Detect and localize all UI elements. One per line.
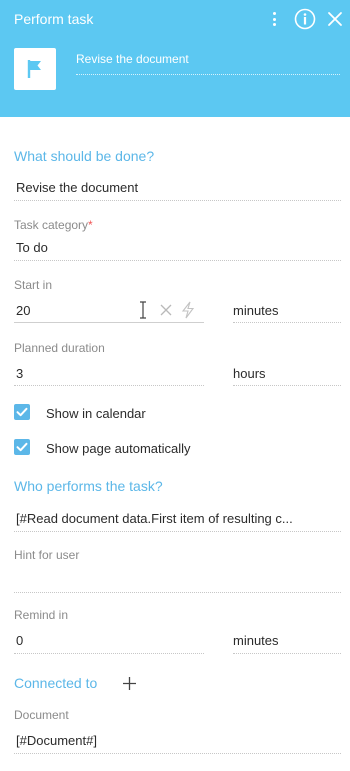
document-field[interactable]: [#Document#] — [16, 733, 336, 748]
connected-to-title: Connected to — [14, 675, 98, 691]
what-should-be-done-field[interactable]: Revise the document — [16, 180, 336, 195]
text-cursor-icon — [138, 301, 148, 319]
field-underline — [14, 385, 204, 386]
field-underline — [233, 322, 341, 323]
task-category-select[interactable]: To do — [16, 240, 336, 255]
what-should-be-done-title: What should be done? — [14, 148, 155, 164]
check-icon — [16, 407, 28, 417]
close-icon[interactable] — [325, 9, 345, 29]
field-underline — [14, 322, 204, 323]
remind-in-label: Remind in — [14, 608, 69, 622]
info-icon[interactable] — [294, 8, 316, 30]
hint-input[interactable] — [16, 570, 336, 588]
show-page-automatically-label[interactable]: Show page automatically — [46, 441, 191, 456]
show-in-calendar-label[interactable]: Show in calendar — [46, 406, 146, 421]
task-name-field[interactable]: Revise the document — [76, 52, 340, 75]
remind-in-unit-select[interactable]: minutes — [233, 633, 333, 648]
field-underline — [14, 260, 341, 261]
show-page-automatically-checkbox[interactable] — [14, 439, 30, 455]
field-underline — [233, 385, 341, 386]
field-underline — [233, 653, 341, 654]
field-underline — [14, 753, 341, 754]
field-underline — [14, 592, 341, 593]
task-category-label: Task category* — [14, 218, 93, 232]
task-type-icon-box — [14, 48, 56, 90]
planned-duration-unit-select[interactable]: hours — [233, 366, 333, 381]
planned-duration-label: Planned duration — [14, 341, 105, 355]
lightning-icon[interactable] — [180, 301, 196, 319]
check-icon — [16, 442, 28, 452]
clear-icon[interactable] — [159, 303, 173, 317]
task-header: Perform task Revise the document — [0, 0, 350, 117]
panel-title: Perform task — [14, 11, 94, 27]
flag-icon — [27, 60, 41, 78]
field-underline — [14, 653, 204, 654]
document-label: Document — [14, 708, 69, 722]
performer-title: Who performs the task? — [14, 478, 163, 494]
more-icon[interactable] — [268, 8, 282, 30]
show-in-calendar-checkbox[interactable] — [14, 404, 30, 420]
field-underline — [14, 200, 341, 201]
performer-field[interactable]: [#Read document data.First item of resul… — [16, 511, 338, 526]
start-in-unit-select[interactable]: minutes — [233, 303, 333, 318]
field-underline — [14, 531, 341, 532]
planned-duration-input[interactable]: 3 — [16, 366, 196, 381]
start-in-input[interactable]: 20 — [16, 303, 126, 318]
hint-label: Hint for user — [14, 548, 80, 562]
start-in-label: Start in — [14, 278, 53, 292]
add-connection-icon[interactable] — [122, 676, 137, 691]
remind-in-input[interactable]: 0 — [16, 633, 196, 648]
